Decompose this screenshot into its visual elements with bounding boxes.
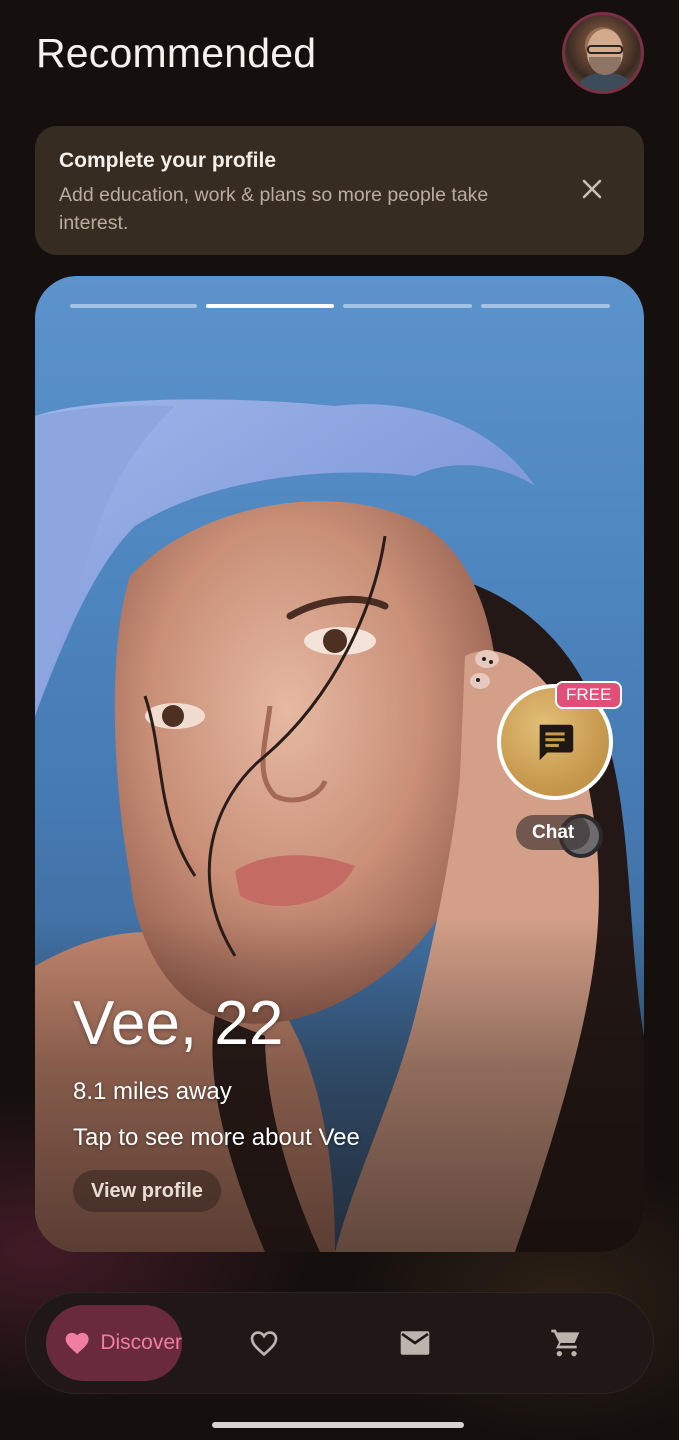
avatar-shirt (571, 73, 639, 91)
home-indicator[interactable] (212, 1422, 464, 1428)
heart-filled-icon (65, 1332, 89, 1354)
banner-text: Add education, work & plans so more peop… (59, 184, 489, 234)
mail-icon (400, 1331, 430, 1355)
cart-icon (551, 1329, 580, 1357)
avatar-glasses (587, 45, 623, 54)
page-title: Recommended (36, 30, 317, 76)
free-badge: FREE (555, 681, 623, 709)
profile-distance: 8.1 miles away (73, 1078, 232, 1105)
photo-progress-segment-active (206, 304, 334, 308)
profile-name-age: Vee, 22 (73, 989, 284, 1058)
close-banner-button[interactable] (575, 172, 609, 206)
bottom-navigation: Discover (25, 1292, 654, 1394)
user-avatar-button[interactable] (562, 12, 644, 94)
heart-outline-icon (250, 1331, 278, 1357)
photo-progress-segment (70, 304, 197, 308)
nav-discover-label: Discover (100, 1331, 182, 1354)
close-icon (582, 179, 602, 199)
nav-likes-tab[interactable] (244, 1323, 284, 1363)
chat-icon (539, 724, 574, 761)
profile-tap-hint: Tap to see more about Vee (73, 1124, 360, 1151)
complete-profile-banner[interactable]: Complete your profile Add education, wor… (35, 126, 644, 255)
view-profile-button[interactable]: View profile (73, 1170, 221, 1212)
screen: Recommended Complete your profile Add ed… (0, 0, 679, 1440)
photo-progress-segment (481, 304, 610, 308)
nav-discover-tab[interactable]: Discover (46, 1305, 182, 1381)
nav-messages-tab[interactable] (395, 1323, 435, 1363)
banner-title: Complete your profile (59, 149, 277, 172)
nav-store-tab[interactable] (546, 1323, 586, 1363)
chat-label[interactable]: Chat (516, 815, 591, 850)
avatar-beard (589, 57, 621, 75)
photo-progress-segment (343, 304, 472, 308)
